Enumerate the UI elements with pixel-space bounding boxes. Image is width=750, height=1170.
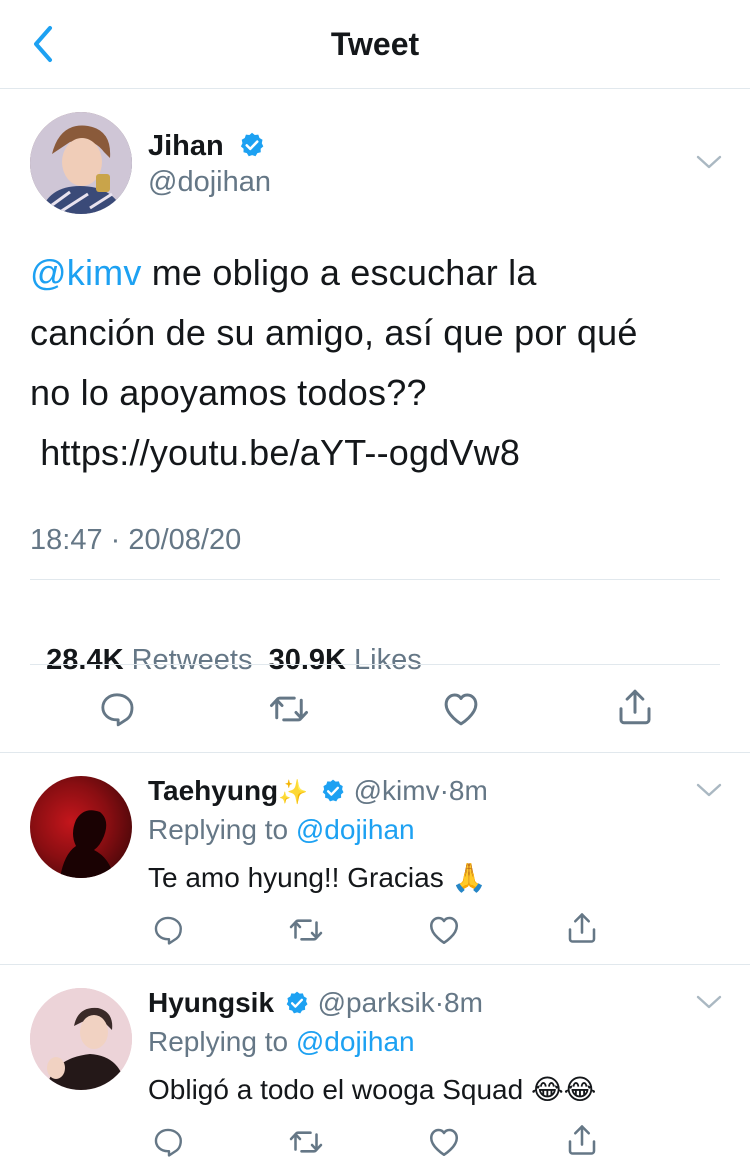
timestamp-divider <box>30 579 720 580</box>
verified-badge-icon <box>240 133 264 157</box>
reply-2-share-button[interactable] <box>562 1120 602 1160</box>
portrait-image <box>60 810 114 878</box>
avatar-jihan[interactable] <box>30 112 132 214</box>
pray-emoji: 🙏 <box>451 862 487 893</box>
mention-link[interactable]: @kimv <box>30 252 142 293</box>
reply-1-options-button[interactable] <box>694 778 724 802</box>
reply-1-handle[interactable]: @kimv <box>354 775 440 806</box>
reply-1-author-name[interactable]: Taehyung <box>148 775 278 806</box>
reply-1-reply-button[interactable] <box>148 910 188 950</box>
reply-icon <box>154 916 182 945</box>
tweet-timestamp: 18:47 · 20/08/20 <box>30 524 242 556</box>
retweet-icon <box>289 1131 323 1153</box>
tweet-line-1: @kimv me obligo a escuchar la <box>30 252 537 293</box>
share-icon <box>619 689 651 725</box>
likes-stat[interactable]: 30.9K Likes <box>269 644 422 676</box>
chevron-down-icon <box>696 995 722 1009</box>
reply-icon <box>154 1128 182 1157</box>
reply-1-share-button[interactable] <box>562 908 602 948</box>
reply-2-time: 8m <box>444 987 483 1018</box>
tweet-text: @kimv me obligo a escuchar la canción de… <box>30 243 730 483</box>
replying-to-link[interactable]: @dojihan <box>296 1026 415 1057</box>
header-divider <box>0 88 750 89</box>
heart-icon <box>429 1128 459 1157</box>
share-icon <box>568 913 596 943</box>
page-title: Tweet <box>330 26 420 62</box>
tweet-options-button[interactable] <box>694 150 724 174</box>
reply-2-reply-button[interactable] <box>148 1122 188 1162</box>
share-button[interactable] <box>612 684 658 730</box>
verified-badge-icon <box>286 991 308 1014</box>
engagement-stats: 28.4K Retweets 30.9K Likes <box>30 606 422 678</box>
portrait-image <box>30 112 132 214</box>
top-bar: Tweet <box>0 0 750 88</box>
reply-2-handle[interactable]: @parksik <box>318 987 435 1018</box>
reply-2-author-name[interactable]: Hyungsik <box>148 987 274 1018</box>
reply-1-divider <box>0 964 750 965</box>
heart-icon <box>444 693 478 726</box>
reply-2-retweet-button[interactable] <box>286 1122 326 1162</box>
stats-divider <box>30 664 720 665</box>
chevron-down-icon <box>696 155 722 169</box>
share-icon <box>568 1125 596 1155</box>
chevron-down-icon <box>696 783 722 797</box>
author-name-row: Jihan <box>148 128 266 164</box>
reply-button[interactable] <box>94 686 140 732</box>
reply-2-options-button[interactable] <box>694 990 724 1014</box>
verified-badge-icon <box>322 779 344 802</box>
retweet-icon <box>270 696 308 722</box>
sparkles-emoji: ✨ <box>278 779 309 806</box>
reply-icon <box>101 693 134 727</box>
reply-1-text: Te amo hyung!! Gracias 🙏 <box>148 862 487 893</box>
main-tweet-divider <box>0 752 750 753</box>
retweet-button[interactable] <box>266 686 312 732</box>
reply-1-retweet-button[interactable] <box>286 910 326 950</box>
reply-2-replying-to: Replying to @dojihan <box>148 1026 415 1057</box>
avatar-taehyung[interactable] <box>30 776 132 878</box>
reply-1-like-button[interactable] <box>424 910 464 950</box>
reply-1-time: 8m <box>448 775 488 806</box>
avatar-hyungsik[interactable] <box>30 988 132 1090</box>
portrait-image <box>30 988 132 1090</box>
like-button[interactable] <box>438 686 484 732</box>
reply-2-text: Obligó a todo el wooga Squad 😂😂 <box>148 1074 597 1105</box>
reply-1-replying-to: Replying to @dojihan <box>148 814 415 845</box>
tweet-link[interactable]: https://youtu.be/aYT--ogdVw8 <box>30 423 730 483</box>
reply-2-like-button[interactable] <box>424 1122 464 1162</box>
reply-1-header: Taehyung✨ @kimv·8m <box>148 775 488 806</box>
reply-2-header: Hyungsik @parksik·8m <box>148 987 483 1018</box>
tweet-line-3: no lo apoyamos todos?? <box>30 372 427 413</box>
replying-to-link[interactable]: @dojihan <box>296 814 415 845</box>
retweet-icon <box>289 919 323 941</box>
author-name[interactable]: Jihan <box>148 130 224 162</box>
author-handle[interactable]: @dojihan <box>148 164 271 200</box>
heart-icon <box>429 916 459 945</box>
tweet-line-2: canción de su amigo, así que por qué <box>30 312 638 353</box>
laughing-emoji: 😂😂 <box>530 1074 597 1105</box>
retweets-stat[interactable]: 28.4K Retweets <box>46 644 252 676</box>
